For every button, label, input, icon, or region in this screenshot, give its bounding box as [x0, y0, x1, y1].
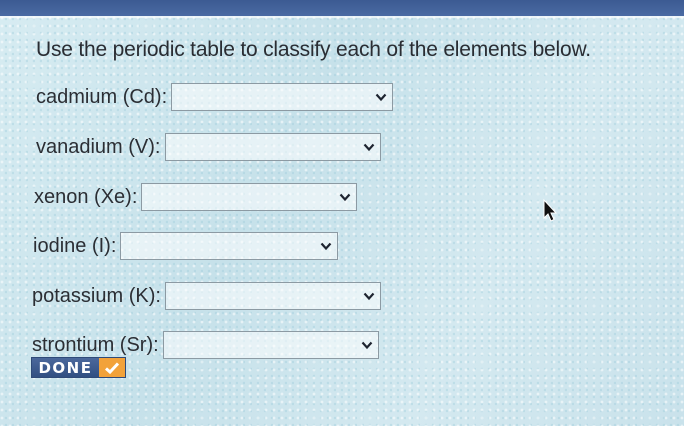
check-icon: [99, 358, 125, 377]
chevron-down-icon: [375, 93, 387, 102]
element-label: xenon (Xe):: [34, 185, 138, 208]
element-row-xenon: xenon (Xe):: [34, 182, 358, 212]
element-row-strontium: strontium (Sr):: [32, 330, 379, 360]
classification-dropdown-xenon[interactable]: [141, 183, 358, 211]
element-label: potassium (K):: [32, 284, 161, 307]
element-row-vanadium: vanadium (V):: [36, 132, 381, 162]
element-label: strontium (Sr):: [32, 333, 159, 356]
classification-dropdown-cadmium[interactable]: [171, 83, 394, 111]
header-bar: [0, 0, 684, 18]
element-row-potassium: potassium (K):: [32, 281, 381, 311]
element-label: iodine (I):: [33, 234, 117, 257]
chevron-down-icon: [361, 341, 373, 350]
chevron-down-icon: [340, 193, 351, 202]
classification-dropdown-potassium[interactable]: [164, 282, 381, 310]
mouse-cursor-icon: [543, 198, 558, 222]
element-label: cadmium (Cd):: [36, 85, 168, 108]
element-row-iodine: iodine (I):: [33, 231, 339, 261]
chevron-down-icon: [363, 292, 375, 301]
classification-dropdown-strontium[interactable]: [162, 331, 379, 359]
done-button[interactable]: DONE: [31, 357, 126, 378]
chevron-down-icon: [363, 143, 374, 152]
chevron-down-icon: [321, 242, 332, 251]
classification-dropdown-vanadium[interactable]: [164, 133, 381, 161]
element-label: vanadium (V):: [36, 135, 161, 158]
element-row-cadmium: cadmium (Cd):: [36, 82, 394, 112]
question-prompt: Use the periodic table to classify each …: [36, 38, 591, 61]
classification-dropdown-iodine[interactable]: [120, 232, 339, 260]
done-button-label: DONE: [32, 358, 99, 377]
